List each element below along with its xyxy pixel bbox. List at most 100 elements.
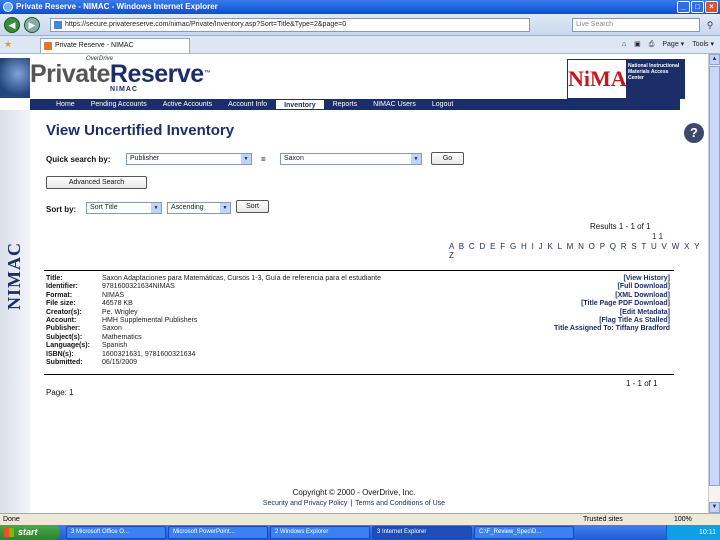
field-value: Spanish (102, 342, 128, 350)
taskbar-tasks: 3 Microsoft Office O... Microsoft PowerPo… (66, 526, 574, 539)
go-button[interactable]: Go (431, 152, 464, 165)
alphabet-filter[interactable]: A B C D E F G H I J K L M N O P Q R S T … (449, 242, 708, 260)
system-tray: 10:11 (666, 525, 720, 540)
browser-tab[interactable]: Private Reserve - NIMAC (40, 38, 190, 53)
taskbar-button[interactable]: C:\F_Review_Spec\D... (474, 526, 574, 539)
tab-row: ★ Private Reserve - NIMAC ⌂ ▣ ⎙ Page ▾ T… (0, 36, 720, 54)
results-count: Results 1 - 1 of 1 (590, 222, 651, 231)
field-label: Identifier: (46, 283, 78, 291)
help-icon[interactable]: ? (684, 123, 704, 143)
field-value: Pe. Wrigley (102, 308, 138, 316)
quick-search-value-select[interactable]: Saxon ▼ (280, 153, 422, 165)
nav-nimac-users[interactable]: NIMAC Users (365, 99, 424, 110)
forward-button[interactable]: ▶ (24, 17, 40, 33)
page-content: OverDrive PrivateReserve™ NIMAC NiMAC Na… (0, 54, 708, 513)
clock: 10:11 (699, 529, 716, 536)
privacy-policy-link[interactable]: Security and Privacy Policy (263, 500, 347, 507)
nimac-logo: NiMAC National Instructional Materials A… (567, 59, 685, 99)
field-label: File size: (46, 300, 76, 308)
field-label: Subject(s): (46, 333, 83, 341)
nav-logout[interactable]: Logout (424, 99, 461, 110)
field-value: 1600321631, 9781600321634 (102, 350, 196, 358)
status-bar: Done Trusted sites 100% (0, 513, 720, 525)
tab-title: Private Reserve - NIMAC (55, 42, 134, 49)
quick-search-field-select[interactable]: Publisher ▼ (126, 153, 252, 165)
field-label: Submitted: (46, 359, 83, 367)
record-field-row: ISBN(s): 1600321631, 9781600321634 (46, 351, 381, 359)
record-field-row: Creator(s): Pe. Wrigley (46, 309, 381, 317)
tools-menu[interactable]: Tools ▾ (692, 39, 714, 51)
scroll-thumb[interactable] (709, 66, 720, 486)
taskbar-button[interactable]: 2 Windows Explorer (270, 526, 370, 539)
sort-order-select[interactable]: Ascending ▼ (167, 202, 231, 214)
view-history-link[interactable]: [View History] (554, 275, 670, 283)
main-nav: Home Pending Accounts Active Accounts Ac… (30, 99, 680, 110)
vertical-scrollbar[interactable]: ▲ ▼ (708, 54, 720, 513)
nav-reports[interactable]: Reports (325, 99, 366, 110)
advanced-search-button[interactable]: Advanced Search (46, 176, 147, 189)
taskbar: start 3 Microsoft Office O... Microsoft P… (0, 525, 720, 540)
field-value: Saxon (102, 325, 122, 333)
start-button[interactable]: start (0, 525, 60, 540)
browser-window: Private Reserve - NIMAC - Windows Intern… (0, 0, 720, 540)
page-icon (54, 21, 62, 29)
feeds-icon[interactable]: ▣ (634, 39, 641, 51)
terms-link[interactable]: Terms and Conditions of Use (355, 500, 445, 507)
record-field-row: Account: HMH Supplemental Publishers (46, 317, 381, 325)
nav-home[interactable]: Home (48, 99, 83, 110)
minimize-button[interactable]: _ (677, 1, 690, 13)
window-controls: _ □ × (677, 1, 718, 13)
field-value: Saxon Adaptaciones para Matemáticas, Cur… (102, 275, 381, 282)
full-download-link[interactable]: [Full Download] (554, 283, 671, 291)
close-button[interactable]: × (705, 1, 718, 13)
page-menu[interactable]: Page ▾ (662, 39, 684, 51)
field-value: 06/15/2009 (102, 359, 138, 367)
record-field-row: Identifier: 9781600321634NIMAS (46, 283, 381, 291)
nav-inventory[interactable]: Inventory (275, 99, 325, 110)
search-icon[interactable]: ⚲ (703, 17, 717, 33)
title-bar: Private Reserve - NIMAC - Windows Intern… (0, 0, 720, 14)
taskbar-button[interactable]: 3 Internet Explorer (372, 526, 472, 539)
divider (44, 270, 674, 271)
taskbar-button[interactable]: 3 Microsoft Office O... (66, 526, 166, 539)
sort-field-select[interactable]: Sort Title ▼ (86, 202, 162, 214)
field-value: NIMAS (102, 291, 125, 299)
chevron-down-icon: ▼ (241, 154, 251, 164)
address-bar[interactable]: https://secure.privatereserve.com/nimac/… (50, 18, 530, 32)
maximize-button[interactable]: □ (691, 1, 704, 13)
record-actions: [View History] [Full Download] [XML Downlo… (554, 275, 670, 334)
field-label: Creator(s): (46, 308, 82, 316)
nav-active-accounts[interactable]: Active Accounts (155, 99, 220, 110)
globe-image (0, 58, 30, 98)
nav-pending-accounts[interactable]: Pending Accounts (83, 99, 155, 110)
search-input[interactable]: Live Search (572, 18, 700, 32)
print-icon[interactable]: ⎙ (649, 39, 655, 51)
scroll-down-icon[interactable]: ▼ (709, 502, 720, 513)
brand-subtitle: NIMAC (110, 86, 138, 93)
command-bar: ⌂ ▣ ⎙ Page ▾ Tools ▾ (622, 39, 714, 51)
record-field-row: Format: NIMAS (46, 292, 381, 300)
tab-favicon (44, 42, 52, 50)
field-label: Language(s): (46, 342, 90, 350)
vertical-nimac-label: NIMAC (4, 242, 24, 310)
back-button[interactable]: ◀ (4, 17, 20, 33)
flag-title-stalled-link[interactable]: [Flag Title As Stalled] (554, 317, 670, 325)
edit-metadata-link[interactable]: [Edit Metadata] (554, 309, 670, 317)
field-value: 9781600321634NIMAS (102, 283, 175, 291)
record-field-row: Language(s): Spanish (46, 342, 381, 350)
sort-button[interactable]: Sort (236, 200, 269, 213)
xml-download-link[interactable]: [XML Download] (554, 292, 670, 300)
title-page-pdf-link[interactable]: [Title Page PDF Download] (554, 300, 670, 308)
record-fields: Title: Saxon Adaptaciones para Matemática… (46, 275, 381, 367)
scroll-up-icon[interactable]: ▲ (709, 54, 720, 65)
home-icon[interactable]: ⌂ (622, 39, 626, 51)
nav-account-info[interactable]: Account Info (220, 99, 275, 110)
taskbar-button[interactable]: Microsoft PowerPoint... (168, 526, 268, 539)
zoom-level[interactable]: 100% (674, 514, 692, 525)
field-label: Publisher: (46, 325, 81, 333)
quick-search-label: Quick search by: (46, 155, 111, 164)
equals-sign: = (261, 155, 266, 164)
favorites-star-icon[interactable]: ★ (4, 39, 12, 50)
page-number-links[interactable]: 1 1 (652, 232, 663, 241)
copyright: Copyright © 2000 - OverDrive, Inc. (292, 488, 416, 497)
